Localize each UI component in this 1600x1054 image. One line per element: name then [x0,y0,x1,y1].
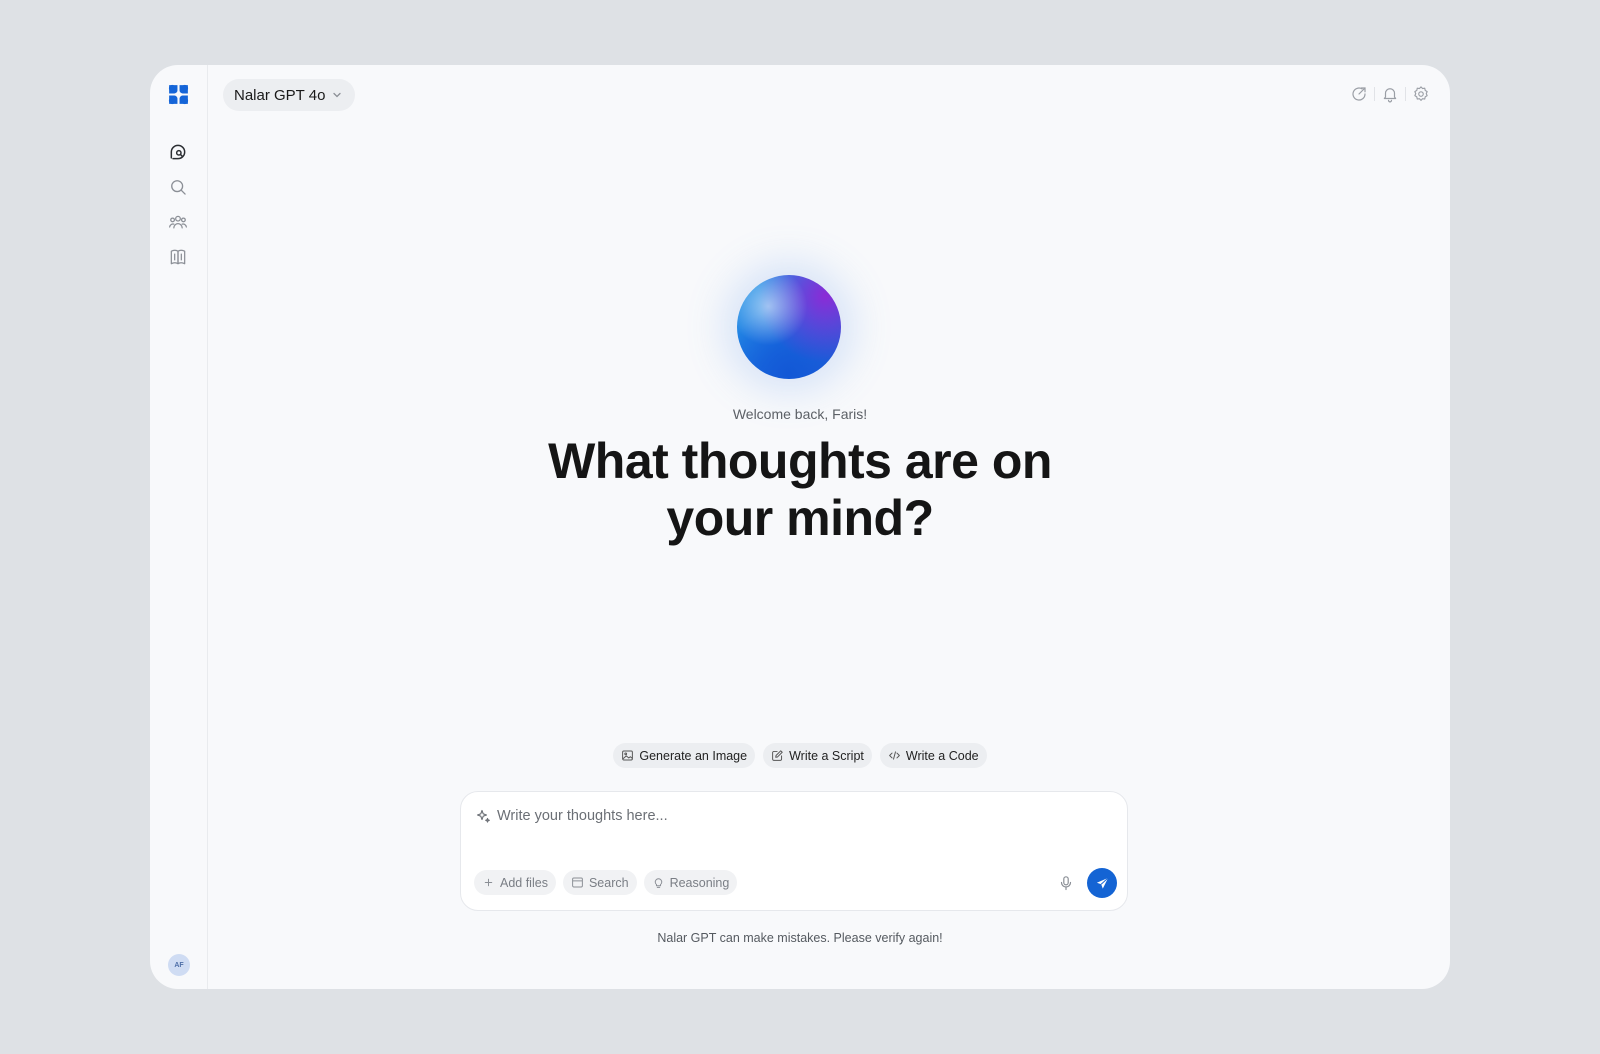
avatar[interactable]: AF [168,954,190,976]
lightbulb-icon [652,876,665,889]
gear-icon[interactable] [1410,83,1432,105]
search-icon[interactable] [167,176,189,198]
chat-bubble-icon[interactable] [167,141,189,163]
chip-label: Write a Code [905,748,979,763]
header-actions [1348,83,1432,105]
reasoning-button[interactable]: Reasoning [643,870,738,895]
welcome-text: Welcome back, Faris! [732,406,868,422]
book-icon[interactable] [167,246,189,268]
send-icon [1095,876,1110,891]
disclaimer-text: Nalar GPT can make mistakes. Please veri… [657,931,943,945]
model-selector[interactable]: Nalar GPT 4o [223,79,356,111]
tool-label: Reasoning [669,875,730,890]
composer-input-row [475,808,1075,824]
headline-line: your mind? [666,490,934,546]
bell-icon[interactable] [1379,83,1401,105]
sparkle-icon [475,808,491,824]
share-icon[interactable] [1348,83,1370,105]
divider [1374,87,1375,101]
headline-line: What thoughts are on [548,433,1052,489]
send-button[interactable] [1087,868,1117,898]
microphone-icon[interactable] [1056,873,1076,893]
message-input[interactable] [497,808,1057,824]
chevron-down-icon [331,89,343,101]
search-button[interactable]: Search [562,870,637,895]
suggestion-chips: Generate an Image Write a Script Write a… [150,743,1450,768]
message-composer: Add files Search Reasoni [460,791,1128,911]
composer-tools: Add files Search Reasoning [474,870,738,895]
plus-icon [482,876,495,889]
browser-icon [571,876,584,889]
divider [1405,87,1406,101]
tool-label: Search [588,875,629,890]
app-window: AF Nalar GPT 4o Welcome back, Faris! Wha… [150,65,1450,989]
assistant-orb [737,275,841,379]
generate-image-chip[interactable]: Generate an Image [613,743,756,768]
chip-label: Generate an Image [639,748,748,763]
chip-label: Write a Script [789,748,864,763]
users-icon[interactable] [167,211,189,233]
pencil-icon [771,749,784,762]
image-icon [621,749,634,762]
logo-icon[interactable] [166,82,191,107]
tool-label: Add files [500,875,548,890]
code-icon [888,749,901,762]
add-files-button[interactable]: Add files [474,870,556,895]
write-code-chip[interactable]: Write a Code [879,743,987,768]
model-selector-label: Nalar GPT 4o [234,86,326,104]
page-title: What thoughts are on your mind? [150,433,1450,547]
write-script-chip[interactable]: Write a Script [763,743,872,768]
